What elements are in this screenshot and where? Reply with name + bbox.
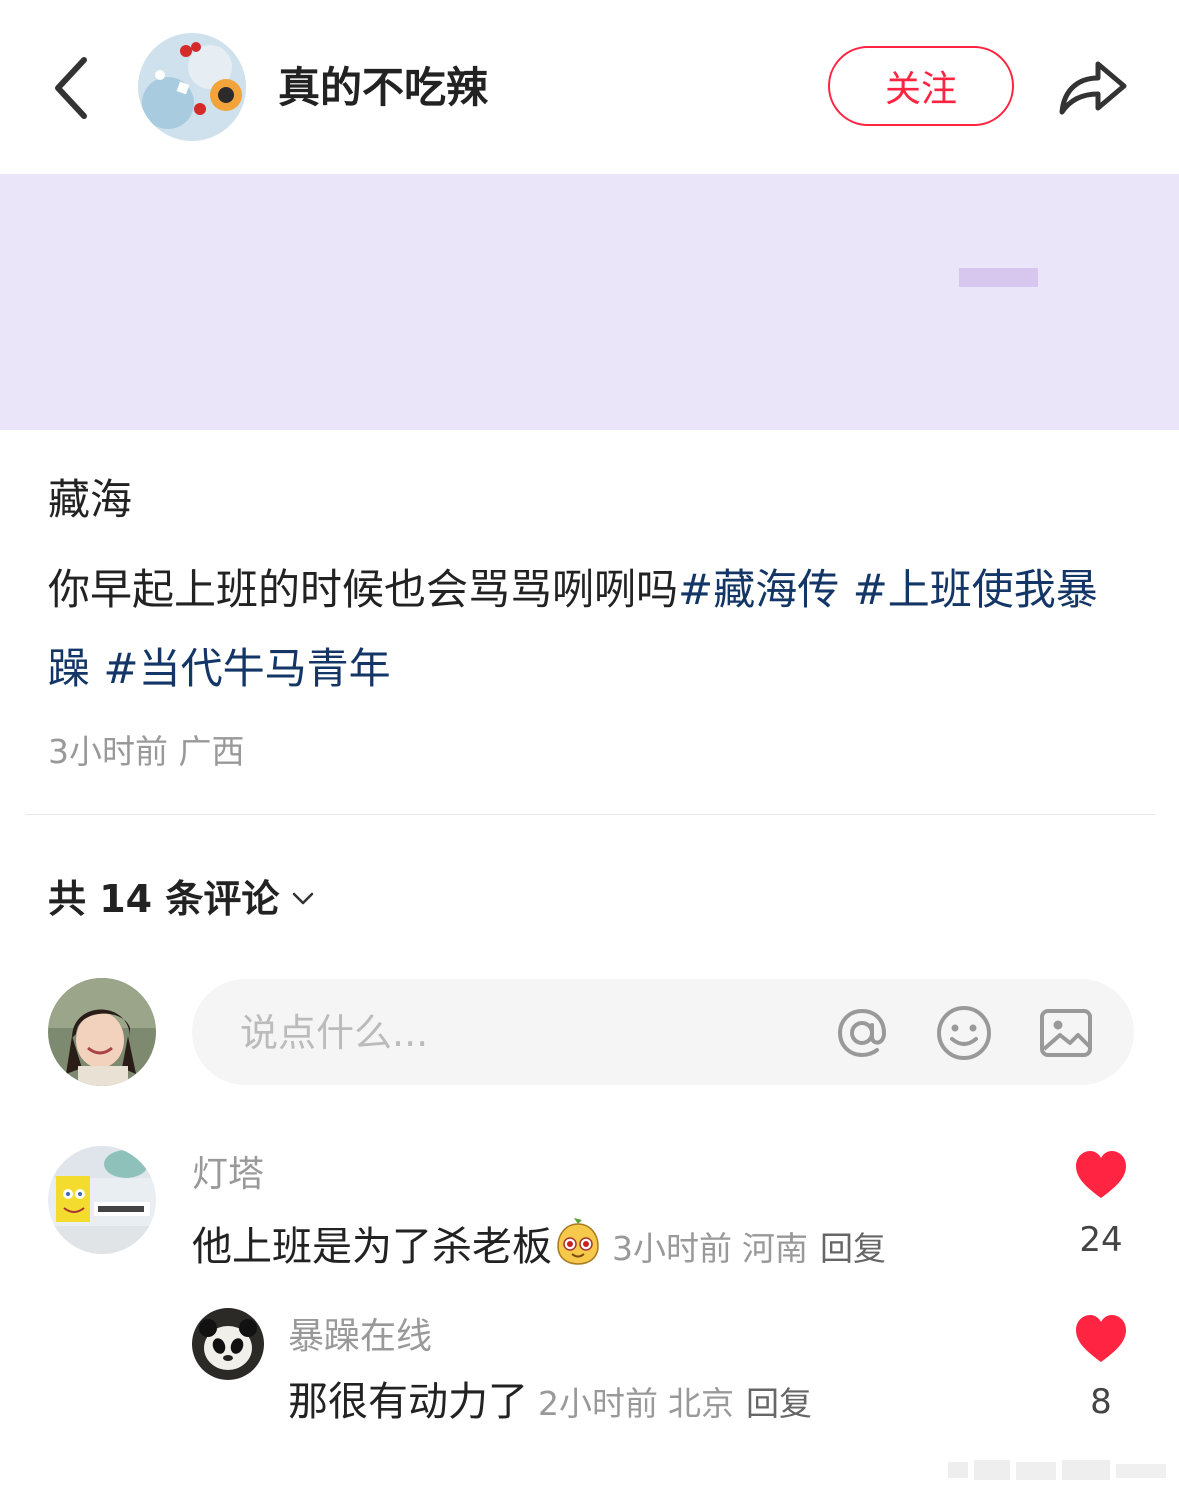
comment-text-row: 那很有动力了 2小时前 北京 回复 bbox=[288, 1375, 812, 1431]
comment-text: 那很有动力了 bbox=[288, 1379, 528, 1425]
comment-count-label: 共 14 条评论 bbox=[48, 877, 280, 921]
chevron-down-icon bbox=[293, 892, 314, 905]
image-icon bbox=[1040, 1009, 1092, 1057]
comment-text-row: 他上班是为了杀老板 3小时前 河南 回复 bbox=[192, 1212, 886, 1276]
author-avatar[interactable] bbox=[138, 33, 246, 141]
like-count: 24 bbox=[1079, 1220, 1123, 1260]
hashtag-link[interactable]: #藏海传 bbox=[678, 565, 839, 614]
comment-time: 3小时前 bbox=[612, 1229, 732, 1268]
post-meta: 3小时前 广西 bbox=[48, 730, 245, 774]
commenter-name[interactable]: 暴躁在线 bbox=[288, 1314, 432, 1360]
watermark bbox=[948, 1458, 1170, 1482]
divider bbox=[25, 814, 1155, 815]
post-body: 你早起上班的时候也会骂骂咧咧吗#藏海传 #上班使我暴躁 #当代牛马青年 bbox=[48, 550, 1138, 708]
post-image[interactable] bbox=[0, 174, 1179, 430]
at-icon bbox=[837, 1008, 887, 1058]
emoji-button[interactable] bbox=[934, 1003, 994, 1063]
commenter-avatar[interactable] bbox=[192, 1308, 264, 1380]
my-avatar[interactable] bbox=[48, 978, 156, 1086]
post-title: 藏海 bbox=[48, 475, 133, 524]
back-arrow-icon bbox=[55, 57, 87, 119]
comment-location: 北京 bbox=[668, 1384, 734, 1423]
comment-input[interactable] bbox=[240, 1008, 800, 1058]
reply-button[interactable]: 回复 bbox=[746, 1377, 812, 1431]
follow-button[interactable]: 关注 bbox=[828, 46, 1014, 126]
share-icon bbox=[1059, 61, 1127, 115]
comment-time: 2小时前 bbox=[538, 1384, 658, 1423]
post-body-text: 你早起上班的时候也会骂骂咧咧吗 bbox=[48, 565, 679, 614]
post-time: 3小时前 bbox=[48, 732, 168, 771]
heart-icon bbox=[1076, 1151, 1126, 1198]
back-button[interactable] bbox=[44, 50, 104, 126]
emoji-icon bbox=[937, 1006, 991, 1060]
image-mark bbox=[959, 268, 1038, 287]
commenter-avatar[interactable] bbox=[48, 1146, 156, 1254]
heart-icon bbox=[1076, 1315, 1126, 1362]
emoji-sticker-icon bbox=[554, 1218, 602, 1266]
comment-count-sort[interactable]: 共 14 条评论 bbox=[48, 874, 315, 924]
like-count: 8 bbox=[1090, 1382, 1112, 1422]
author-name[interactable]: 真的不吃辣 bbox=[278, 62, 488, 114]
at-button[interactable] bbox=[832, 1003, 892, 1063]
comment-text: 他上班是为了杀老板 bbox=[192, 1224, 552, 1270]
post-location: 广西 bbox=[178, 732, 245, 771]
like-button[interactable] bbox=[1074, 1314, 1128, 1364]
hashtag-link[interactable]: #当代牛马青年 bbox=[103, 644, 390, 693]
comment-location: 河南 bbox=[742, 1229, 808, 1268]
share-button[interactable] bbox=[1054, 52, 1130, 120]
reply-button[interactable]: 回复 bbox=[820, 1222, 886, 1276]
commenter-name[interactable]: 灯塔 bbox=[192, 1152, 264, 1198]
like-button[interactable] bbox=[1074, 1150, 1128, 1200]
image-button[interactable] bbox=[1036, 1003, 1096, 1063]
